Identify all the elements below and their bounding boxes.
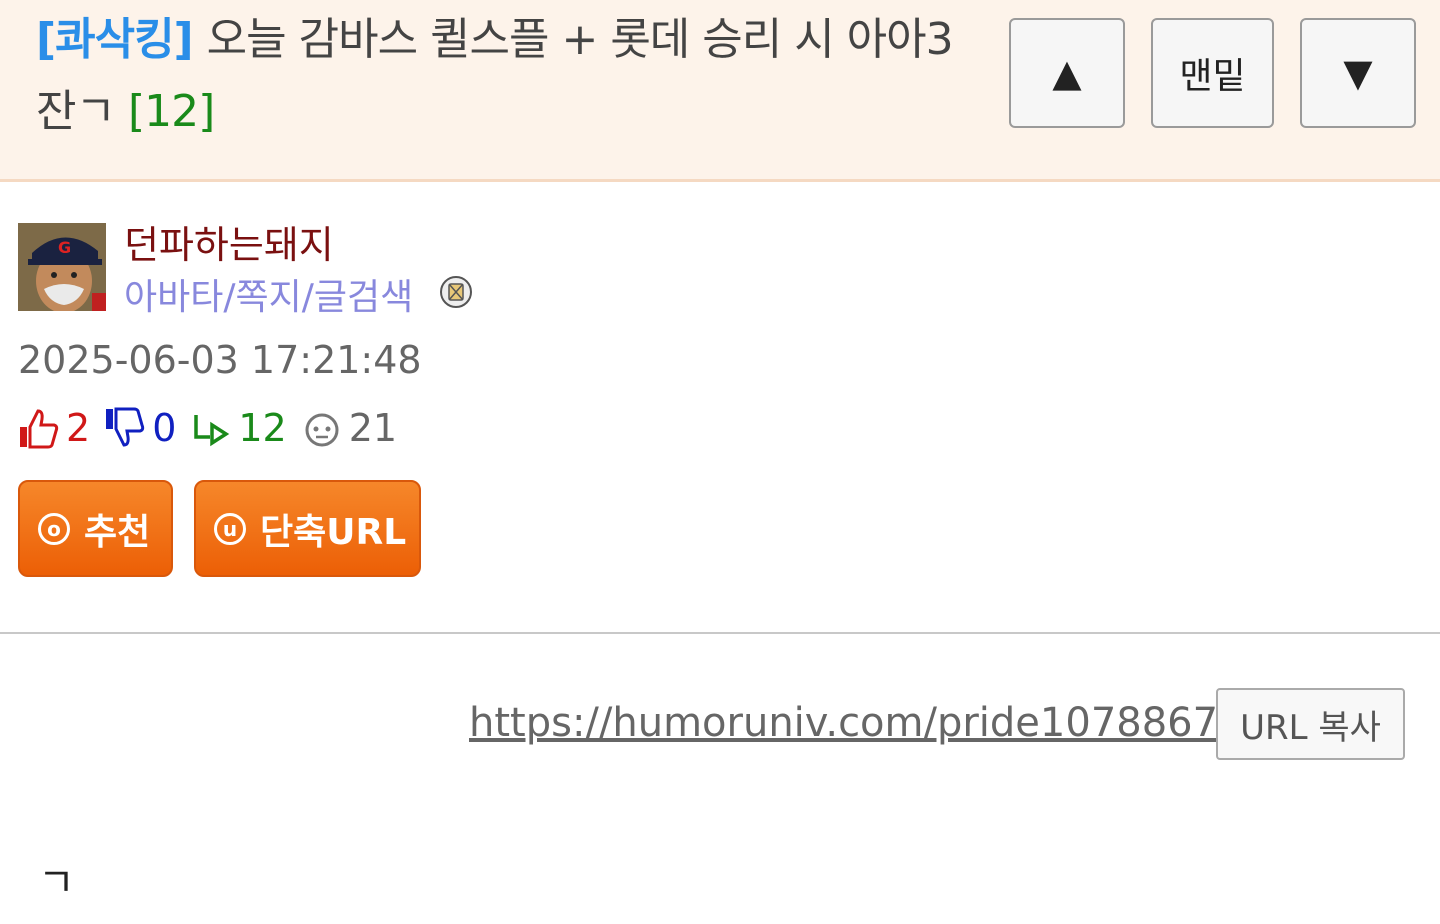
scroll-up-button[interactable]: ▲	[1009, 18, 1125, 128]
reply-arrow-icon	[190, 407, 232, 449]
scroll-bottom-button[interactable]: 맨밑	[1151, 18, 1274, 128]
view-count: 21	[348, 406, 398, 450]
post-header: [콰삭킹] 오늘 감바스 퀼스플 + 롯데 승리 시 아아3잔ㄱ [12] ▲ 맨…	[0, 0, 1440, 182]
url-copy-button[interactable]: URL 복사	[1216, 688, 1405, 760]
view-face-icon	[301, 407, 343, 449]
short-url-circle-icon: u	[214, 512, 246, 545]
post-title: [콰삭킹] 오늘 감바스 퀼스플 + 롯데 승리 시 아아3잔ㄱ [12]	[36, 4, 976, 148]
comment-count[interactable]: [12]	[128, 86, 215, 137]
recommend-button-label: 추천	[84, 511, 151, 553]
author-nickname[interactable]: 던파하는돼지	[124, 214, 334, 269]
recommend-circle-icon: o	[38, 512, 70, 545]
short-url-button[interactable]: u 단축URL	[194, 480, 421, 577]
recommend-button[interactable]: o 추천	[18, 480, 173, 577]
content-divider	[0, 632, 1440, 634]
post-body: ㄱ	[38, 860, 75, 906]
thumbs-up-icon	[18, 407, 60, 449]
downvote-count: 0	[152, 406, 177, 450]
svg-text:G: G	[58, 238, 71, 257]
post-category[interactable]: [콰삭킹]	[36, 14, 194, 65]
author-links[interactable]: 아바타/쪽지/글검색	[124, 268, 413, 320]
recommend-count: 2	[66, 406, 91, 450]
post-url-link[interactable]: https://humoruniv.com/pride1078867	[469, 700, 1218, 746]
post-stats: 2 0 12 21	[18, 403, 411, 453]
reply-count: 12	[238, 406, 287, 450]
author-avatar[interactable]: G	[18, 223, 106, 311]
post-datetime: 2025-06-03 17:21:48	[18, 338, 422, 382]
thumbs-down-icon	[104, 407, 146, 449]
short-url-button-label: 단축URL	[260, 511, 407, 553]
ignore-icon[interactable]	[439, 275, 473, 309]
scroll-down-button[interactable]: ▼	[1300, 18, 1416, 128]
